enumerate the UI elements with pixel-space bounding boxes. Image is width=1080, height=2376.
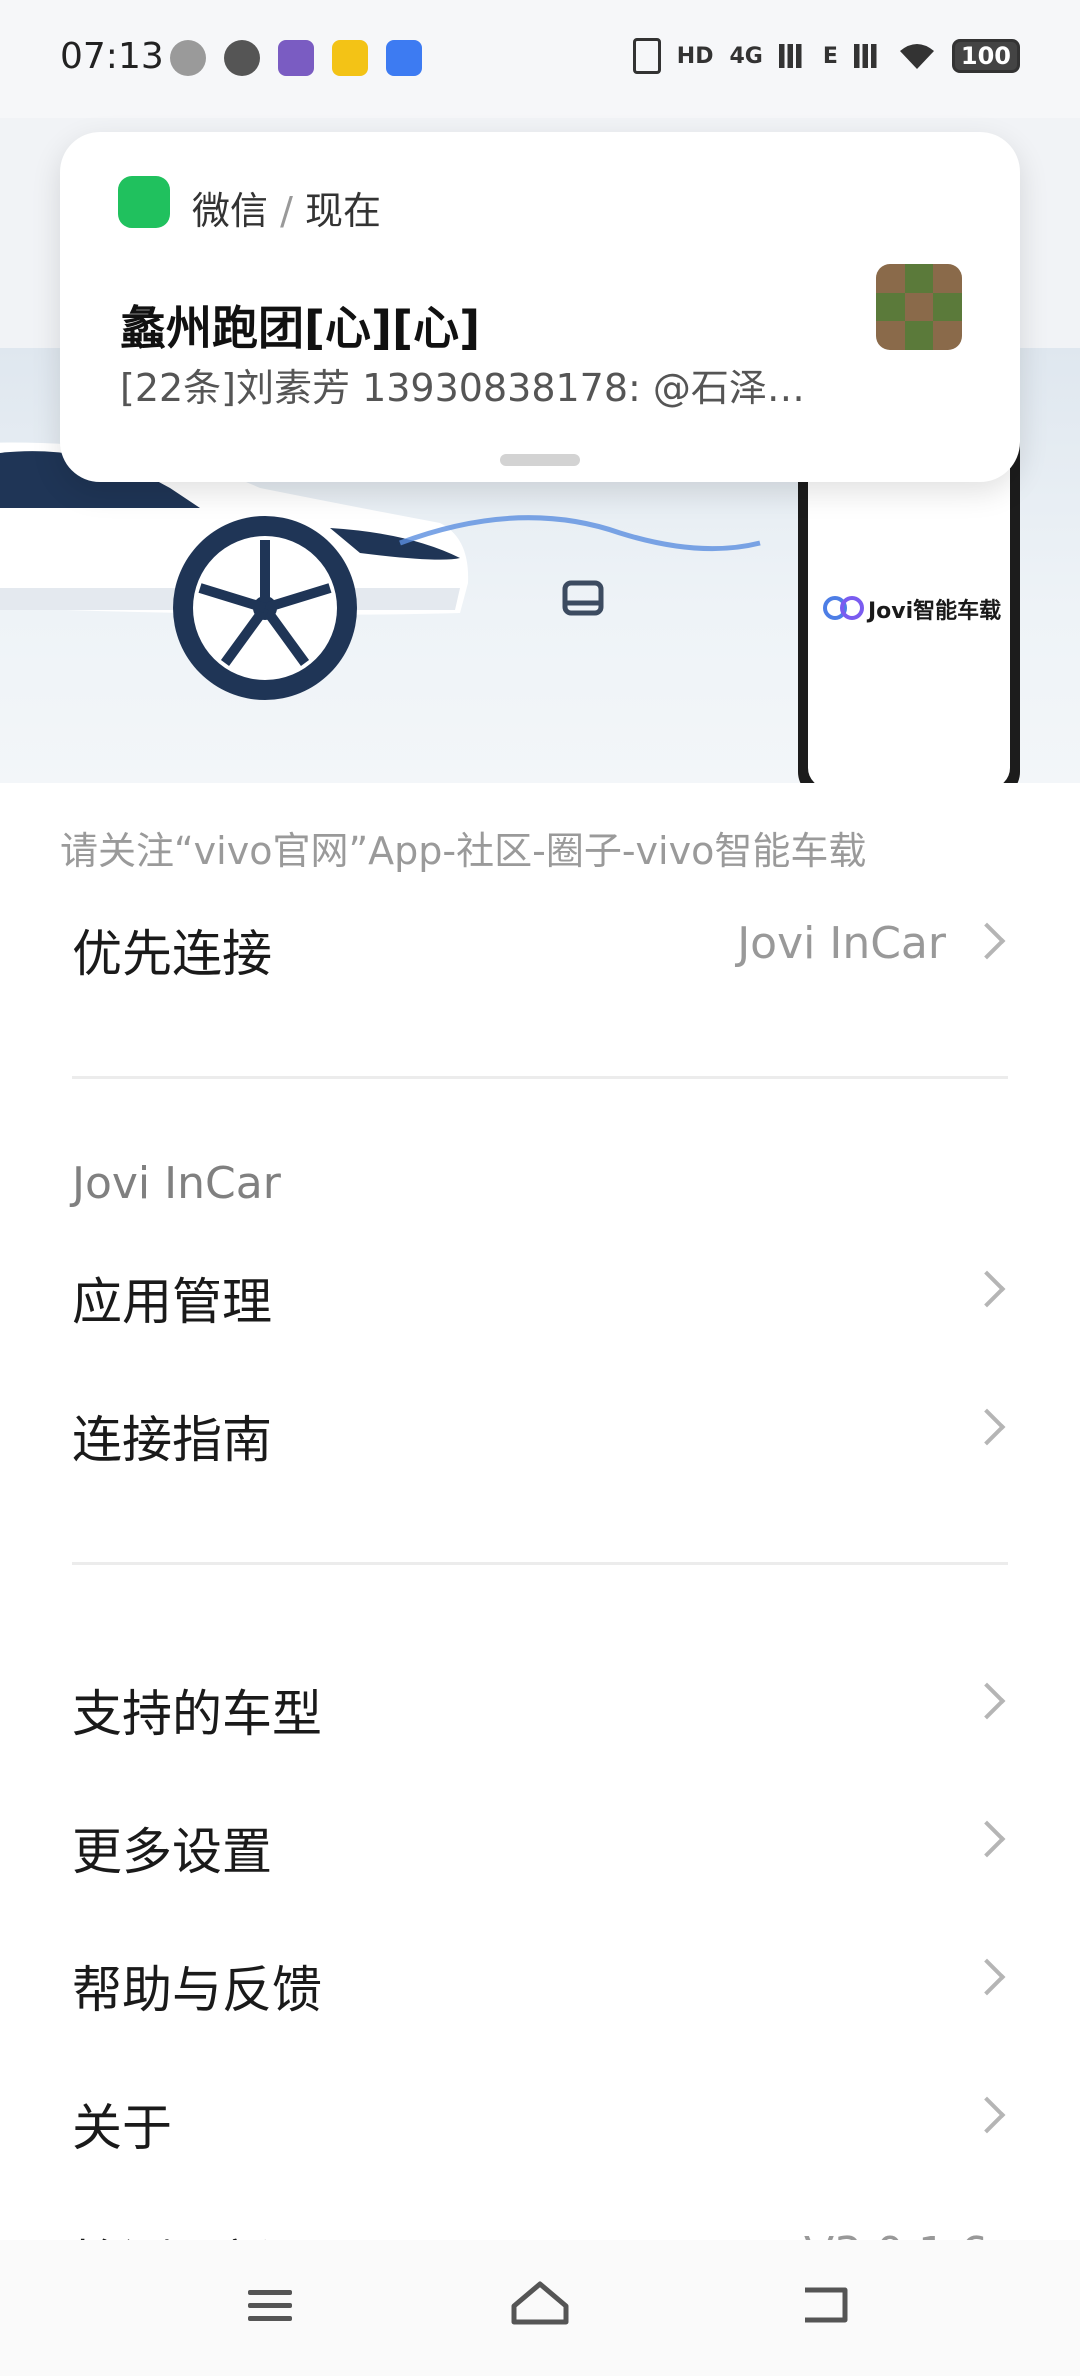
wifi-icon bbox=[899, 44, 934, 69]
priority-connection-value: Jovi InCar bbox=[737, 918, 946, 969]
community-hint: 请关注“vivo官网”App-社区-圈子-vivo智能车载 bbox=[60, 829, 867, 873]
e-label: E bbox=[822, 43, 838, 69]
notification-drag-handle[interactable] bbox=[500, 454, 580, 466]
notification-app-name: 微信 bbox=[192, 189, 269, 233]
auto-app-status-icon bbox=[386, 40, 422, 76]
notification-time: 现在 bbox=[305, 189, 382, 233]
connection-guide-label: 连接指南 bbox=[72, 1411, 272, 1469]
priority-connection-row[interactable]: 优先连接 Jovi InCar bbox=[72, 902, 1008, 983]
section-label-jovi-incar: Jovi InCar bbox=[72, 1158, 281, 1209]
supported-models-row[interactable]: 支持的车型 bbox=[72, 1662, 1008, 1743]
more-settings-label: 更多设置 bbox=[72, 1823, 272, 1881]
notification-icons bbox=[170, 40, 422, 76]
chevron-right-icon bbox=[968, 1820, 1006, 1858]
banner-brand-text: Jovi智能车载 bbox=[868, 599, 1002, 624]
divider bbox=[72, 1076, 1008, 1079]
help-feedback-row[interactable]: 帮助与反馈 bbox=[72, 1938, 1008, 2019]
car-app-status-icon bbox=[332, 40, 368, 76]
notification-app-header: 微信 / 现在 bbox=[192, 180, 381, 235]
priority-connection-label: 优先连接 bbox=[72, 925, 272, 983]
battery-indicator: 100 bbox=[951, 39, 1020, 73]
connection-guide-row[interactable]: 连接指南 bbox=[72, 1388, 1008, 1469]
notification-body: [22条]刘素芳 13930838178: @石泽… bbox=[120, 366, 805, 410]
compass-status-icon bbox=[224, 40, 260, 76]
wechat-notification[interactable]: 微信 / 现在 蠡州跑团[心][心] [22条]刘素芳 13930838178:… bbox=[60, 132, 1020, 482]
wechat-icon bbox=[118, 176, 170, 228]
about-row[interactable]: 关于 bbox=[72, 2076, 1008, 2157]
signal-icon-2 bbox=[853, 44, 882, 68]
system-status-icons: HD 4G E 100 bbox=[632, 38, 1020, 74]
notification-title: 蠡州跑团[心][心] bbox=[120, 301, 481, 355]
chevron-right-icon bbox=[968, 922, 1006, 960]
navigation-bar bbox=[0, 2240, 1080, 2376]
supported-models-label: 支持的车型 bbox=[72, 1685, 322, 1743]
signal-icon bbox=[778, 44, 807, 68]
app-management-row[interactable]: 应用管理 bbox=[72, 1250, 1008, 1331]
chevron-right-icon bbox=[968, 1958, 1006, 1996]
app-management-label: 应用管理 bbox=[72, 1273, 272, 1331]
divider bbox=[72, 1562, 1008, 1565]
hd-label: HD bbox=[676, 43, 714, 69]
status-time: 07:13 bbox=[60, 36, 164, 77]
chevron-right-icon bbox=[968, 2096, 1006, 2134]
home-icon[interactable] bbox=[500, 2270, 580, 2340]
menu-icon[interactable] bbox=[230, 2270, 310, 2340]
app-status-icon bbox=[278, 40, 314, 76]
chevron-right-icon bbox=[968, 1682, 1006, 1720]
back-icon[interactable] bbox=[785, 2270, 865, 2340]
status-bar: 07:13 HD 4G E 100 bbox=[0, 0, 1080, 118]
group-avatar-thumbnail bbox=[876, 264, 962, 350]
chevron-right-icon bbox=[968, 1270, 1006, 1308]
notification-separator: / bbox=[280, 189, 305, 233]
about-label: 关于 bbox=[72, 2099, 172, 2157]
chevron-right-icon bbox=[968, 1408, 1006, 1446]
vibrate-icon bbox=[632, 38, 661, 74]
4g-label: 4G bbox=[729, 43, 763, 69]
more-settings-row[interactable]: 更多设置 bbox=[72, 1800, 1008, 1881]
wechat-status-icon bbox=[170, 40, 206, 76]
help-feedback-label: 帮助与反馈 bbox=[72, 1961, 322, 2019]
